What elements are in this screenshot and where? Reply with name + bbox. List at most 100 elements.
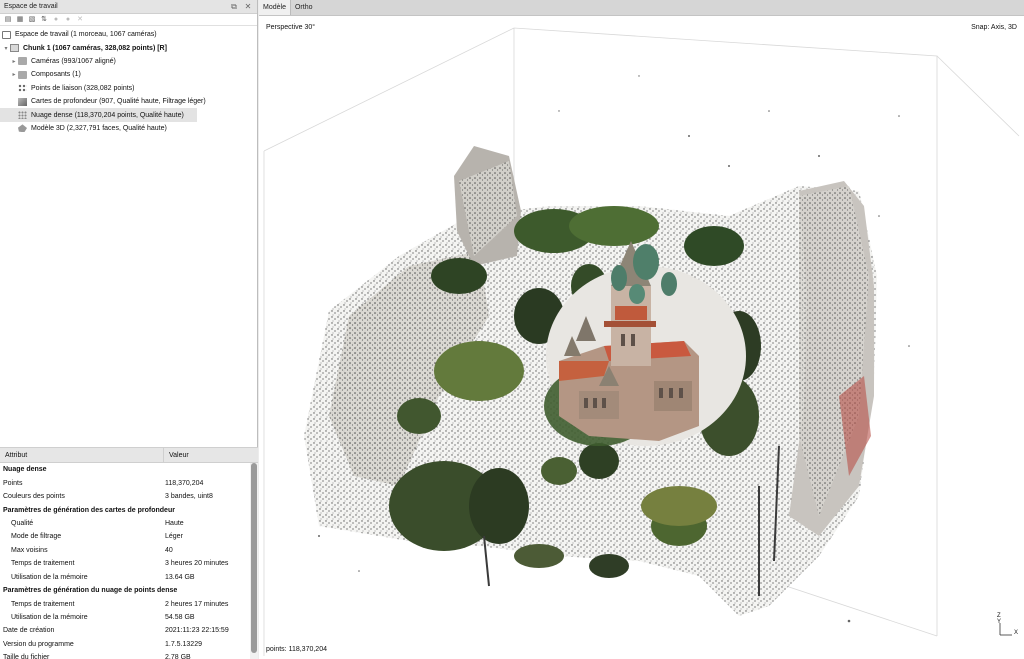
tree-item-depth-maps[interactable]: Cartes de profondeur (907, Qualité haute… (0, 95, 257, 108)
snap-label: Snap: Axis, 3D (971, 24, 1017, 31)
properties-row[interactable]: Taille du fichier 2.78 GB (0, 651, 258, 659)
tree-item-label: Composants (1) (31, 71, 81, 79)
dense-cloud-icon (18, 111, 27, 120)
tree-item-components[interactable]: ▸ Composants (1) (0, 68, 257, 81)
chevron-right-icon[interactable]: ▸ (10, 58, 18, 65)
disable-icon[interactable]: ● (64, 16, 72, 24)
tree-item-label: Caméras (993/1067 aligné) (31, 57, 116, 65)
properties-row[interactable]: Couleurs des points 3 bandes, uint8 (0, 490, 258, 503)
scrollbar-thumb[interactable] (251, 463, 257, 653)
tree-item-label: Nuage dense (118,370,204 points, Qualité… (31, 111, 184, 119)
property-value: 1.7.5.13229 (165, 640, 202, 648)
property-key: Date de création (3, 627, 55, 635)
properties-header: Attribut Valeur (0, 448, 258, 463)
property-key: Utilisation de la mémoire (11, 614, 88, 622)
folder-icon (18, 70, 27, 79)
properties-rows: Nuage dense Points 118,370,204 Couleurs des… (0, 463, 258, 659)
property-value: 54.58 GB (165, 614, 195, 622)
property-key: Temps de traitement (11, 560, 75, 568)
enable-icon[interactable]: ● (52, 16, 60, 24)
dense-point-cloud (263, 27, 1020, 656)
property-value: Haute (165, 519, 184, 527)
property-key: Temps de traitement (11, 600, 75, 608)
property-value: 2 heures 17 minutes (165, 600, 229, 608)
tree-root-label: Espace de travail (1 morceau, 1067 camér… (15, 31, 157, 39)
properties-row[interactable]: Utilisation de la mémoire 13.64 GB (0, 571, 258, 584)
property-value: 3 bandes, uint8 (165, 493, 213, 501)
property-key: Taille du fichier (3, 654, 50, 659)
properties-row[interactable]: Points 118,370,204 (0, 476, 258, 489)
property-value: 3 heures 20 minutes (165, 560, 229, 568)
property-value: 2021:11:23 22:15:59 (165, 627, 229, 635)
undock-icon[interactable]: ⧉ (229, 2, 239, 12)
properties-row[interactable]: Qualité Haute (0, 517, 258, 530)
property-key: Version du programme (3, 640, 74, 648)
view-tabs: Modèle Ortho (259, 0, 1024, 16)
workspace-tree: Espace de travail (1 morceau, 1067 camér… (0, 26, 257, 135)
property-key: Nuage dense (3, 466, 47, 474)
properties-row[interactable]: Version du programme 1.7.5.13229 (0, 638, 258, 651)
workspace-dock-title: Espace de travail ⧉ ✕ (0, 0, 257, 14)
sort-icon[interactable]: ⇅ (40, 16, 48, 24)
property-key: Points (3, 479, 23, 487)
property-value: 40 (165, 546, 173, 554)
tab-model[interactable]: Modèle (259, 0, 291, 15)
mesh-icon (18, 124, 27, 133)
chevron-down-icon[interactable]: ▾ (2, 45, 10, 52)
add-photos-icon[interactable]: ▦ (16, 16, 24, 24)
column-attribute[interactable]: Attribut (0, 448, 164, 462)
folder-icon (18, 57, 27, 66)
tie-points-icon (18, 84, 27, 93)
column-value[interactable]: Valeur (164, 448, 189, 462)
depth-maps-icon (18, 97, 27, 106)
chevron-right-icon[interactable]: ▸ (10, 71, 18, 78)
properties-section[interactable]: Nuage dense (0, 463, 258, 476)
properties-row[interactable]: Temps de traitement 2 heures 17 minutes (0, 597, 258, 610)
close-icon[interactable]: ✕ (243, 2, 253, 12)
tree-item-model[interactable]: Modèle 3D (2,327,791 faces, Qualité haut… (0, 122, 257, 135)
metashape-window: Espace de travail ⧉ ✕ ▤ ▦ ▧ ⇅ ● ● ✕ Espa… (0, 0, 1024, 659)
property-key: Utilisation de la mémoire (11, 573, 88, 581)
property-value: 13.64 GB (165, 573, 195, 581)
properties-section[interactable]: Paramètres de génération du nuage de poi… (0, 584, 258, 597)
properties-row[interactable]: Utilisation de la mémoire 54.58 GB (0, 611, 258, 624)
points-status: points: 118,370,204 (266, 646, 327, 653)
add-folder-icon[interactable]: ▧ (28, 16, 36, 24)
property-key: Couleurs des points (3, 493, 65, 501)
tree-item-label: Cartes de profondeur (907, Qualité haute… (31, 98, 206, 106)
property-key: Max voisins (11, 546, 48, 554)
tree-item-label: Points de liaison (328,082 points) (31, 84, 135, 92)
property-key: Mode de filtrage (11, 533, 62, 541)
properties-row[interactable]: Max voisins 40 (0, 544, 258, 557)
remove-icon[interactable]: ✕ (76, 16, 84, 24)
tab-ortho[interactable]: Ortho (291, 0, 317, 15)
tree-chunk[interactable]: ▾ Chunk 1 (1067 caméras, 328,082 points)… (0, 41, 257, 54)
properties-scrollbar[interactable] (250, 463, 258, 659)
property-value: 118,370,204 (165, 479, 204, 487)
properties-row[interactable]: Mode de filtrage Léger (0, 530, 258, 543)
tree-root[interactable]: Espace de travail (1 morceau, 1067 camér… (0, 28, 257, 41)
tree-item-dense-cloud[interactable]: Nuage dense (118,370,204 points, Qualité… (0, 108, 197, 122)
property-key: Paramètres de génération des cartes de p… (3, 506, 175, 514)
workspace-icon (2, 30, 11, 39)
workspace-title: Espace de travail (4, 3, 58, 10)
projection-label: Perspective 30° (266, 24, 316, 31)
tree-item-cameras[interactable]: ▸ Caméras (993/1067 aligné) (0, 55, 257, 68)
properties-panel: Attribut Valeur Nuage dense Points 118,370… (0, 447, 258, 659)
3d-viewport[interactable]: Perspective 30° Snap: Axis, 3D points: 1… (259, 16, 1024, 659)
axis-y-label: Y (997, 619, 1002, 625)
workspace-toolbar: ▤ ▦ ▧ ⇅ ● ● ✕ (0, 14, 257, 26)
workspace-panel: Espace de travail ⧉ ✕ ▤ ▦ ▧ ⇅ ● ● ✕ Espa… (0, 0, 258, 659)
property-key: Qualité (11, 519, 34, 527)
tree-item-tie-points[interactable]: Points de liaison (328,082 points) (0, 82, 257, 95)
property-key: Paramètres de génération du nuage de poi… (3, 587, 178, 595)
add-chunk-icon[interactable]: ▤ (4, 16, 12, 24)
model-view: Modèle Ortho Perspective 30° Snap: Axis,… (259, 0, 1024, 659)
properties-section[interactable]: Paramètres de génération des cartes de p… (0, 503, 258, 516)
tree-chunk-label: Chunk 1 (1067 caméras, 328,082 points) [… (23, 44, 167, 52)
properties-row[interactable]: Temps de traitement 3 heures 20 minutes (0, 557, 258, 570)
properties-row[interactable]: Date de création 2021:11:23 22:15:59 (0, 624, 258, 637)
axis-gizmo: Z Y X (996, 613, 1020, 639)
tree-item-label: Modèle 3D (2,327,791 faces, Qualité haut… (31, 124, 167, 132)
axis-x-label: X (1014, 630, 1019, 636)
